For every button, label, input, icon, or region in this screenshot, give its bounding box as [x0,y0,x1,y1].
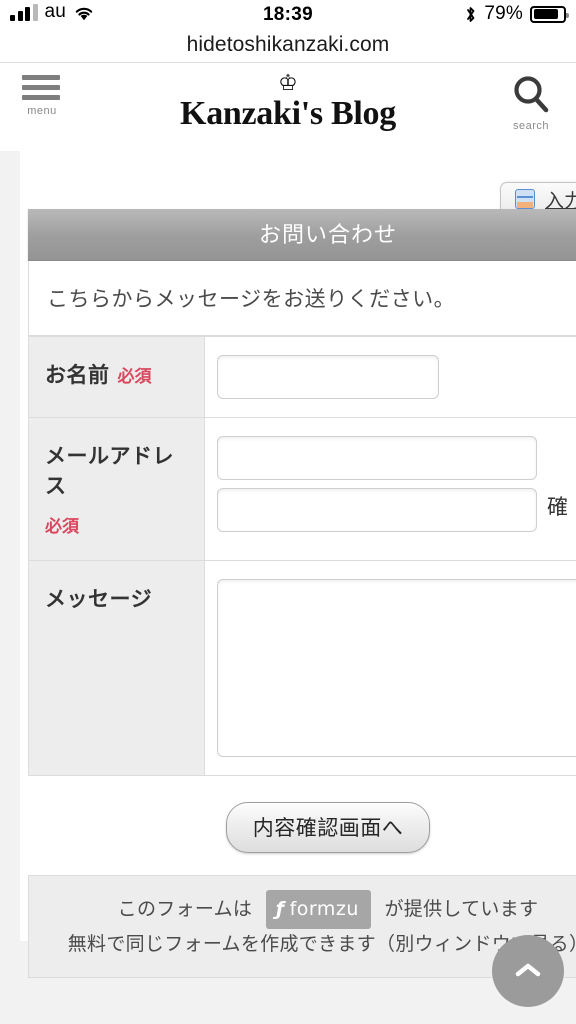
search-button-label: search [512,120,550,132]
confirm-button[interactable]: 内容確認画面へ [225,802,431,853]
field-label-text: メッセージ [45,588,153,611]
ios-status-bar: au 18:39 79% [0,0,576,30]
field-label-message: メッセージ [28,560,205,776]
form-input-icon [515,189,535,209]
credit-text-after: が提供しています [384,899,539,920]
message-textarea[interactable] [217,579,576,757]
formzu-mark: ƒ [275,898,285,920]
field-label-text: メールアドレス [45,445,174,498]
site-logo[interactable]: ♔ Kanzaki's Blog [0,73,576,133]
email-confirm-row: 確 [217,480,576,532]
search-icon [506,73,556,115]
field-cell-name [204,336,576,418]
email-confirm-input[interactable] [217,488,537,532]
email-confirm-note: 確 [547,496,568,519]
page-background: 入力 お問い合わせ こちらからメッセージをお送りください。 お名前 必須 メール… [0,151,576,1024]
form-intro-text: こちらからメッセージをお送りください。 [28,261,576,336]
url-text: hidetoshikanzaki.com [186,33,390,56]
formzu-logo[interactable]: ƒ formzu [265,890,371,929]
field-cell-email: 確 [204,417,576,561]
credit-text-before: このフォームは [117,899,253,920]
form-title: お問い合わせ [28,209,576,261]
site-header: menu ♔ Kanzaki's Blog search [0,63,576,151]
field-label-text: お名前 [45,364,110,387]
bluetooth-icon [464,5,477,24]
search-button[interactable]: search [506,73,556,132]
table-row: メッセージ [28,560,576,776]
credit-line-1: このフォームは ƒ formzu が提供しています [29,890,576,929]
phone-screen: au 18:39 79% hidetoshikanzaki.com menu ♔… [0,0,576,1024]
table-row: お名前 必須 [28,336,576,418]
crown-icon: ♔ [278,71,298,96]
battery-icon [530,5,569,23]
contact-form-table: お名前 必須 メールアドレス 必須 確 メッセージ [28,336,576,776]
browser-url-bar[interactable]: hidetoshikanzaki.com [0,28,576,62]
field-label-name: お名前 必須 [28,336,205,418]
table-row: メールアドレス 必須 確 [28,417,576,561]
status-right-group: 79% [464,3,569,25]
field-cell-message [204,560,576,776]
site-logo-text: Kanzaki's Blog [180,95,396,132]
email-input[interactable] [217,436,537,480]
submit-row: 内容確認画面へ [28,776,576,875]
battery-percent-label: 79% [484,3,523,24]
field-label-email: メールアドレス 必須 [28,417,205,561]
formzu-label: formzu [289,898,359,920]
name-input[interactable] [217,355,439,399]
contact-form-card: お問い合わせ こちらからメッセージをお送りください。 お名前 必須 メールアドレ… [28,209,576,978]
scroll-to-top-button[interactable] [492,935,564,1007]
content-column: 入力 お問い合わせ こちらからメッセージをお送りください。 お名前 必須 メール… [20,151,576,978]
chevron-up-icon [513,960,543,982]
required-badge: 必須 [45,517,79,536]
required-badge: 必須 [117,367,152,386]
